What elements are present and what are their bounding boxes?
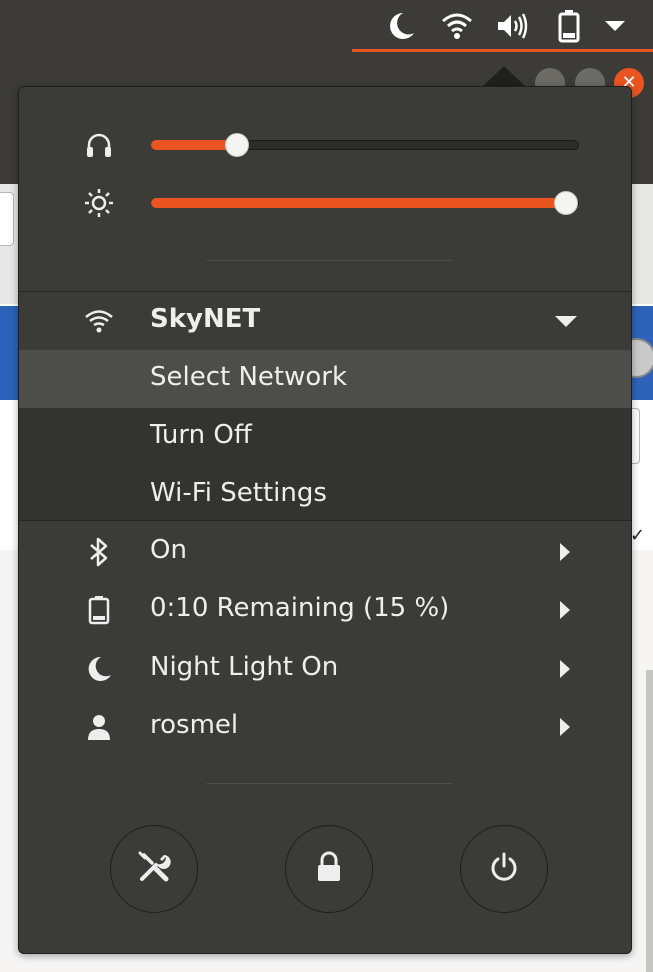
- bluetooth-item[interactable]: On: [19, 523, 631, 581]
- background-scrollbar[interactable]: [646, 670, 653, 972]
- bluetooth-label: On: [150, 535, 187, 565]
- volume-fill: [151, 140, 237, 150]
- wifi-header[interactable]: SkyNET: [19, 292, 631, 350]
- settings-icon: [136, 849, 172, 889]
- brightness-icon: [83, 187, 115, 219]
- dropdown-arrow-icon: [598, 8, 632, 44]
- power-icon: [488, 851, 520, 887]
- night-light-icon: [83, 653, 115, 685]
- volume-icon: [495, 8, 529, 44]
- chevron-down-icon[interactable]: [555, 316, 577, 327]
- user-item[interactable]: rosmel: [19, 698, 631, 756]
- battery-icon: [552, 8, 586, 44]
- user-icon: [83, 711, 115, 743]
- wifi-settings[interactable]: Wi-Fi Settings: [19, 466, 631, 524]
- battery-icon: [83, 594, 115, 626]
- wifi-icon: [440, 8, 474, 44]
- system-indicators[interactable]: [352, 0, 653, 52]
- wifi-icon: [83, 305, 115, 337]
- top-panel: [0, 0, 653, 52]
- background-checkmark: ✓: [630, 525, 646, 546]
- lock-button[interactable]: [285, 825, 373, 913]
- battery-label: 0:10 Remaining (15 %): [150, 593, 450, 623]
- power-button[interactable]: [460, 825, 548, 913]
- wifi-section: SkyNET Select Network Turn Off Wi-Fi Set…: [19, 291, 631, 521]
- system-menu: SkyNET Select Network Turn Off Wi-Fi Set…: [18, 86, 632, 954]
- volume-slider[interactable]: [19, 125, 631, 165]
- separator: [206, 260, 452, 261]
- night-light-item[interactable]: Night Light On: [19, 640, 631, 698]
- background-input: [0, 192, 14, 246]
- wifi-settings-label: Wi-Fi Settings: [150, 478, 327, 508]
- user-label: rosmel: [150, 710, 239, 740]
- night-light-label: Night Light On: [150, 652, 339, 682]
- wifi-select-network[interactable]: Select Network: [19, 350, 631, 408]
- brightness-fill: [151, 198, 567, 208]
- chevron-right-icon: [560, 718, 570, 736]
- wifi-turn-off-label: Turn Off: [150, 420, 252, 450]
- brightness-slider[interactable]: [19, 183, 631, 223]
- headphones-icon: [83, 129, 115, 161]
- brightness-knob[interactable]: [554, 191, 579, 215]
- separator: [206, 783, 452, 784]
- bluetooth-icon: [83, 536, 115, 568]
- wifi-select-network-label: Select Network: [150, 362, 348, 392]
- wifi-network-name: SkyNET: [150, 304, 261, 334]
- lock-icon: [315, 851, 343, 887]
- battery-item[interactable]: 0:10 Remaining (15 %): [19, 581, 631, 639]
- chevron-right-icon: [560, 601, 570, 619]
- chevron-right-icon: [560, 543, 570, 561]
- settings-button[interactable]: [110, 825, 198, 913]
- volume-knob[interactable]: [224, 133, 249, 157]
- night-light-icon: [384, 8, 418, 44]
- wifi-turn-off[interactable]: Turn Off: [19, 408, 631, 466]
- chevron-right-icon: [560, 660, 570, 678]
- menu-pointer: [482, 66, 526, 87]
